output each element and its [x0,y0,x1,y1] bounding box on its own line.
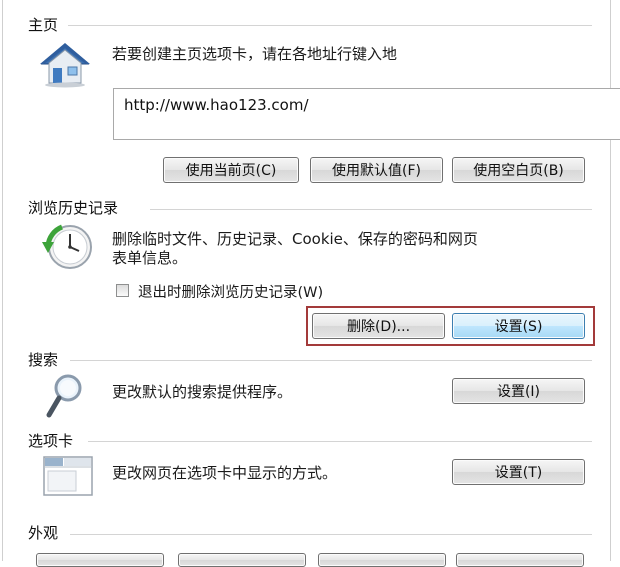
use-default-button[interactable]: 使用默认值(F) [310,157,443,183]
house-icon [40,42,90,88]
magnifier-icon [44,372,86,420]
appearance-button-1[interactable] [36,553,164,567]
appearance-button-4[interactable] [456,553,584,567]
home-section-rule [68,25,592,26]
home-url-input[interactable]: http://www.hao123.com/ [113,88,620,140]
history-section-title: 浏览历史记录 [28,199,119,217]
history-section-rule [150,209,592,210]
home-url-text: http://www.hao123.com/ [124,96,309,114]
clock-arrow-icon [40,222,96,272]
tabs-settings-button[interactable]: 设置(T) [452,459,585,485]
delete-on-exit-checkbox[interactable] [116,284,129,297]
delete-on-exit-label[interactable]: 退出时删除浏览历史记录(W) [138,281,323,302]
tabs-section-title: 选项卡 [28,432,74,450]
home-section-title: 主页 [28,16,59,34]
appearance-button-2[interactable] [178,553,306,567]
history-description-line1: 删除临时文件、历史记录、Cookie、保存的密码和网页 [112,230,478,248]
search-description: 更改默认的搜索提供程序。 [112,383,293,401]
use-blank-button[interactable]: 使用空白页(B) [452,157,585,183]
tabs-window-icon [42,452,94,498]
home-description: 若要创建主页选项卡，请在各地址行键入地 [112,45,398,63]
tabs-section-rule [88,441,592,442]
search-settings-button[interactable]: 设置(I) [452,378,585,404]
history-settings-button[interactable]: 设置(S) [452,313,585,339]
appearance-section-rule [70,534,592,535]
history-description-line2: 表单信息。 [112,249,188,267]
tabs-description: 更改网页在选项卡中显示的方式。 [112,464,338,482]
delete-history-button[interactable]: 删除(D)... [312,313,445,339]
appearance-button-3[interactable] [318,553,446,567]
search-section-rule [70,360,592,361]
appearance-section-title: 外观 [28,524,59,542]
use-current-button[interactable]: 使用当前页(C) [163,157,299,183]
frame-left-border [2,0,3,561]
frame-right-border [610,0,611,561]
search-section-title: 搜索 [28,351,59,369]
